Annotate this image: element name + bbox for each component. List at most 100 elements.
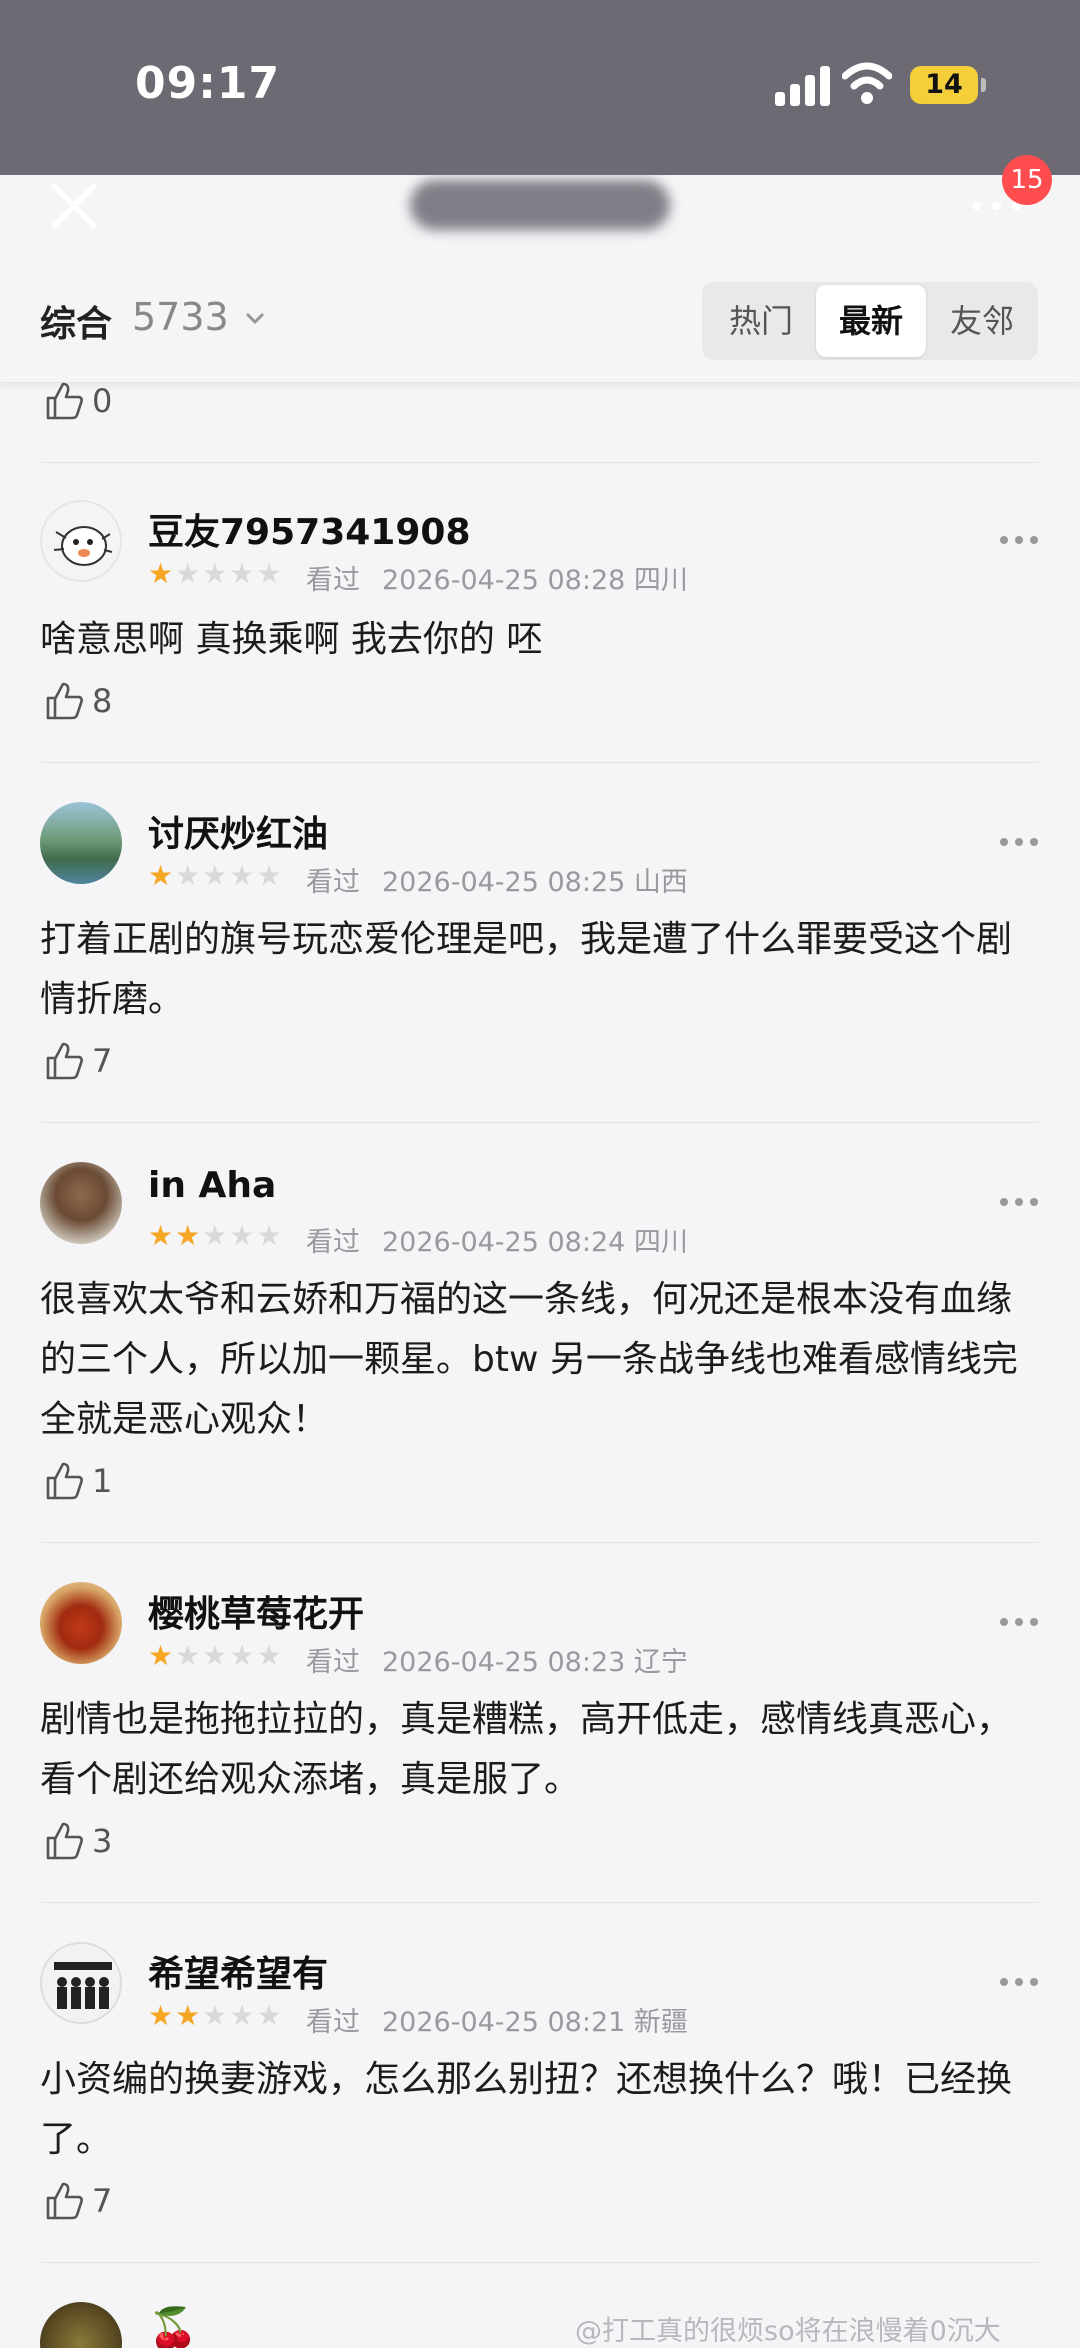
username[interactable]: 豆友7957341908 — [148, 503, 471, 555]
star-icon: ★ — [256, 557, 282, 590]
username[interactable]: 讨厌炒红油 — [148, 805, 328, 857]
thumb-up-icon — [46, 1042, 83, 1080]
star-icon: ★ — [175, 557, 201, 590]
star-icon: ★ — [148, 1999, 174, 2032]
review-content: 啥意思啊 真换乘啊 我去你的 呸 — [40, 619, 543, 660]
star-icon: ★ — [202, 859, 228, 892]
like-count: 7 — [92, 2182, 113, 2220]
avatar[interactable] — [40, 1162, 122, 1244]
like-button[interactable]: 1 — [44, 1460, 112, 1502]
status-time: 09:17 — [135, 58, 281, 109]
star-icon: ★ — [175, 1639, 201, 1672]
like-count: 0 — [92, 382, 113, 420]
star-icon: ★ — [148, 859, 174, 892]
like-button[interactable]: 3 — [44, 1820, 112, 1862]
watch-status: 看过 — [306, 1227, 360, 1258]
star-icon: ★ — [202, 557, 228, 590]
star-icon: ★ — [229, 1219, 255, 1252]
battery-level: 14 — [925, 69, 963, 100]
username[interactable]: in Aha — [148, 1165, 276, 1206]
tab-latest[interactable]: 最新 — [816, 285, 926, 357]
star-icon: ★ — [229, 557, 255, 590]
notification-badge: 15 — [1002, 155, 1052, 205]
like-button[interactable]: 8 — [44, 680, 112, 722]
battery-cap — [981, 78, 986, 92]
avatar[interactable] — [40, 1582, 122, 1664]
star-icon: ★ — [175, 1219, 201, 1252]
review-location: 四川 — [633, 1227, 688, 1258]
review-content: 打着正剧的旗号玩恋爱伦理是吧，我是遭了什么罪要受这个剧情折磨。 — [40, 919, 1013, 1020]
like-button[interactable]: 7 — [44, 1040, 112, 1082]
wifi-icon — [842, 62, 892, 104]
sort-count[interactable]: 5733 — [132, 295, 229, 339]
rating-stars: ★ ★ ★ ★ ★ — [148, 862, 282, 890]
star-icon: ★ — [229, 859, 255, 892]
like-count: 3 — [92, 1822, 113, 1860]
star-icon: ★ — [148, 1219, 174, 1252]
review-meta: 看过 2026-04-25 08:21 新疆 — [306, 2000, 688, 2039]
more-options-icon[interactable] — [1000, 1198, 1038, 1208]
star-icon: ★ — [148, 1639, 174, 1672]
like-count: 1 — [92, 1462, 113, 1500]
star-icon: ★ — [202, 1639, 228, 1672]
watch-status: 看过 — [306, 1647, 360, 1678]
divider — [42, 462, 1038, 463]
avatar[interactable] — [40, 1942, 122, 2024]
tab-friends[interactable]: 友邻 — [928, 285, 1036, 357]
review-location: 四川 — [633, 565, 688, 596]
watch-status: 看过 — [306, 867, 360, 898]
review-datetime: 2026-04-25 08:21 — [382, 2007, 626, 2038]
avatar[interactable] — [40, 500, 122, 582]
divider — [42, 762, 1038, 763]
review-location: 新疆 — [633, 2007, 688, 2038]
review-datetime: 2026-04-25 08:28 — [382, 565, 626, 596]
avatar[interactable] — [40, 2302, 122, 2348]
chevron-down-icon[interactable] — [244, 307, 266, 329]
review-datetime: 2026-04-25 08:23 — [382, 1647, 626, 1678]
rating-stars: ★ ★ ★ ★ ★ — [148, 2002, 282, 2030]
avatar-cartoon-icon — [53, 526, 113, 566]
star-icon: ★ — [148, 557, 174, 590]
thumb-up-icon — [46, 682, 83, 720]
more-options-icon[interactable] — [1000, 1618, 1038, 1628]
star-icon: ★ — [256, 1639, 282, 1672]
thumb-up-icon — [46, 1462, 83, 1500]
star-icon: ★ — [175, 859, 201, 892]
thumb-up-icon — [46, 382, 83, 420]
more-options-icon[interactable] — [1000, 1978, 1038, 1988]
star-icon: ★ — [202, 1219, 228, 1252]
rating-stars: ★ ★ ★ ★ ★ — [148, 1222, 282, 1250]
like-count: 7 — [92, 1042, 113, 1080]
thumb-up-icon — [46, 1822, 83, 1860]
review-content: 小资编的换妻游戏，怎么那么别扭？还想换什么？哦！已经换了。 — [40, 2059, 1013, 2160]
watch-status: 看过 — [306, 565, 360, 596]
username[interactable]: 🍒 — [148, 2305, 198, 2348]
review-content: 剧情也是拖拖拉拉的，真是糟糕，高开低走，感情线真恶心，看个剧还给观众添堵，真是服… — [40, 1699, 1013, 1800]
sort-label[interactable]: 综合 — [40, 295, 112, 347]
more-options-icon[interactable] — [1000, 536, 1038, 546]
watch-status: 看过 — [306, 2007, 360, 2038]
review-location: 山西 — [633, 867, 688, 898]
tab-hot[interactable]: 热门 — [706, 285, 816, 357]
username[interactable]: 樱桃草莓花开 — [148, 1585, 364, 1637]
divider — [42, 1122, 1038, 1123]
like-count: 8 — [92, 682, 113, 720]
star-icon: ★ — [229, 1999, 255, 2032]
watermark: @打工真的很烦so将在浪慢着0沉大 — [575, 2316, 1001, 2347]
review-content: 很喜欢太爷和云娇和万福的这一条线，何况还是根本没有血缘的三个人，所以加一颗星。b… — [40, 1279, 1018, 1440]
review-meta: 看过 2026-04-25 08:23 辽宁 — [306, 1640, 688, 1679]
review-datetime: 2026-04-25 08:24 — [382, 1227, 626, 1258]
star-icon: ★ — [175, 1999, 201, 2032]
star-icon: ★ — [256, 1999, 282, 2032]
divider — [42, 2262, 1038, 2263]
star-icon: ★ — [256, 1219, 282, 1252]
review-location: 辽宁 — [633, 1647, 688, 1678]
review-meta: 看过 2026-04-25 08:28 四川 — [306, 558, 688, 597]
thumb-up-icon — [46, 2182, 83, 2220]
username[interactable]: 希望希望有 — [148, 1945, 328, 1997]
close-icon[interactable] — [44, 176, 104, 236]
like-button[interactable]: 7 — [44, 2180, 112, 2222]
more-options-icon[interactable] — [1000, 838, 1038, 848]
avatar[interactable] — [40, 802, 122, 884]
like-button[interactable]: 0 — [44, 380, 112, 422]
